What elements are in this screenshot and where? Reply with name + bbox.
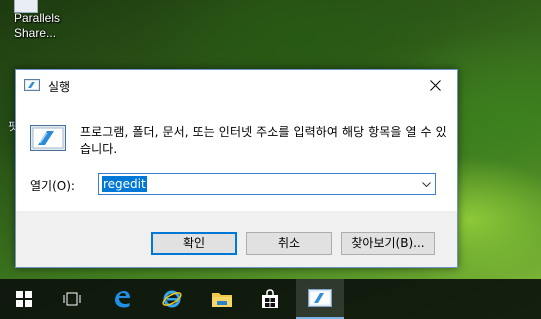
ie-taskbar-button[interactable] — [148, 279, 196, 319]
open-label: 열기(O): — [30, 179, 75, 193]
file-explorer-taskbar-button[interactable] — [198, 279, 246, 319]
run-icon — [24, 79, 40, 91]
dialog-description: 프로그램, 폴더, 문서, 또는 인터넷 주소를 입력하여 해당 항목을 열 수… — [80, 125, 447, 156]
edge-browser-icon — [115, 291, 130, 308]
edge-taskbar-button[interactable] — [98, 279, 146, 319]
start-windows-icon — [16, 291, 32, 307]
start-button[interactable] — [0, 279, 48, 319]
chevron-down-icon — [421, 181, 431, 187]
run-dialog: 실행 프로그램, 폴더, 문서, 또는 인터넷 주소를 입력하여 해당 항목을 … — [15, 69, 458, 268]
run-icon-large — [30, 125, 66, 151]
run-dialog-icon — [308, 289, 332, 307]
task-view-icon — [63, 292, 81, 306]
internet-explorer-icon — [162, 290, 182, 308]
run-taskbar-button[interactable] — [296, 279, 344, 319]
dropdown-button[interactable] — [417, 174, 435, 194]
desktop-icon-label: Parallels Share... — [14, 11, 61, 40]
close-button[interactable] — [413, 70, 457, 101]
cancel-button[interactable]: 취소 — [246, 232, 332, 255]
open-input-value[interactable]: regedit — [102, 176, 147, 192]
taskbar — [0, 279, 541, 319]
browse-button[interactable]: 찾아보기(B)... — [341, 232, 435, 255]
parallels-shared-folder-desktop-icon[interactable]: Parallels Share... — [6, 0, 66, 46]
open-combobox[interactable]: regedit — [98, 173, 436, 195]
ok-button[interactable]: 확인 — [151, 232, 237, 255]
title-bar[interactable]: 실행 — [16, 70, 457, 101]
file-explorer-icon — [212, 293, 232, 307]
task-view-button[interactable] — [48, 279, 96, 319]
store-taskbar-button[interactable] — [246, 279, 294, 319]
close-icon — [429, 80, 441, 91]
dialog-title: 실행 — [48, 80, 71, 94]
dialog-content: 프로그램, 폴더, 문서, 또는 인터넷 주소를 입력하여 해당 항목을 열 수… — [16, 101, 457, 211]
store-icon — [262, 289, 278, 308]
